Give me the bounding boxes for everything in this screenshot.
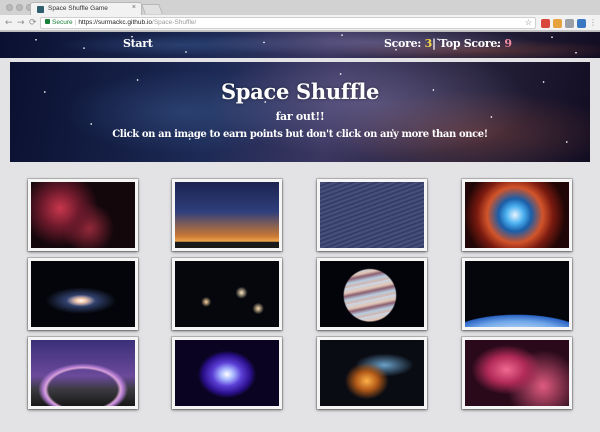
crab-nebula-image[interactable] <box>175 340 279 406</box>
browser-tab[interactable]: Space Shuffle Game × <box>30 2 142 15</box>
image-card[interactable] <box>28 337 138 409</box>
extension-icon[interactable] <box>541 19 550 28</box>
image-card[interactable] <box>28 179 138 251</box>
new-tab-button[interactable] <box>141 4 163 14</box>
milky-way-arch-image[interactable] <box>31 340 135 406</box>
start-link[interactable]: Start <box>123 37 153 50</box>
orange-nebula-image[interactable] <box>320 340 424 406</box>
pink-nebula-image[interactable] <box>465 340 569 406</box>
reload-icon[interactable]: ⟳ <box>29 17 37 29</box>
page: Start Score: 3| Top Score: 9 Space Shuff… <box>0 32 600 432</box>
favicon-icon <box>37 6 44 13</box>
minimize-window-button[interactable] <box>16 4 23 11</box>
page-title: Space Shuffle <box>220 79 380 104</box>
url-separator: | <box>74 19 77 26</box>
forward-arrow-icon[interactable]: → <box>17 17 25 29</box>
back-arrow-icon[interactable]: ← <box>5 17 13 29</box>
image-card[interactable] <box>317 258 427 330</box>
bookmark-star-icon[interactable]: ☆ <box>525 18 532 28</box>
close-window-button[interactable] <box>6 4 13 11</box>
red-nebula-image[interactable] <box>31 182 135 248</box>
earth-horizon-image[interactable] <box>465 261 569 327</box>
address-bar[interactable]: Secure | https://surmackc.github.io/Space-… <box>40 17 536 29</box>
browser-toolbar: ← → ⟳ Secure | https://surmackc.github.io/… <box>0 15 600 31</box>
extension-icon[interactable] <box>553 19 562 28</box>
image-card[interactable] <box>172 337 282 409</box>
image-card[interactable] <box>172 258 282 330</box>
tab-close-icon[interactable]: × <box>132 4 136 11</box>
browser-tab-bar: Space Shuffle Game × <box>0 0 600 15</box>
url-host: https://surmackc.github.io <box>78 19 153 26</box>
navbar: Start Score: 3| Top Score: 9 <box>0 32 600 58</box>
image-card[interactable] <box>462 337 572 409</box>
url-path: /Space-Shuffle/ <box>152 19 197 26</box>
jupiter-image[interactable] <box>320 261 424 327</box>
tab-title: Space Shuffle Game <box>48 5 108 12</box>
hero-banner: Space Shuffle far out!! Click on an imag… <box>10 62 590 162</box>
galaxy-cluster-image[interactable] <box>175 261 279 327</box>
extension-icon[interactable] <box>565 19 574 28</box>
blue-orange-nebula-image[interactable] <box>465 182 569 248</box>
game-instructions: Click on an image to earn points but don… <box>112 129 488 140</box>
score-display: Score: 3| Top Score: 9 <box>384 37 512 50</box>
lock-icon <box>45 19 50 24</box>
score-value: 3 <box>424 37 433 50</box>
extension-icon[interactable] <box>577 19 586 28</box>
hero-subtitle: far out!! <box>275 110 325 123</box>
image-card[interactable] <box>462 258 572 330</box>
score-divider: | <box>431 37 436 50</box>
image-card[interactable] <box>317 179 427 251</box>
image-card[interactable] <box>28 258 138 330</box>
top-score-label: Top Score: <box>439 37 501 50</box>
image-card[interactable] <box>317 337 427 409</box>
spiral-galaxy-image[interactable] <box>31 261 135 327</box>
menu-dots-icon[interactable]: ⋮ <box>589 17 597 29</box>
milky-way-rocks-image[interactable] <box>175 182 279 248</box>
score-label: Score: <box>384 37 422 50</box>
secure-label: Secure <box>52 19 73 26</box>
star-trails-mountains-image[interactable] <box>320 182 424 248</box>
top-score-value: 9 <box>504 37 512 50</box>
image-card[interactable] <box>172 179 282 251</box>
image-card[interactable] <box>462 179 572 251</box>
